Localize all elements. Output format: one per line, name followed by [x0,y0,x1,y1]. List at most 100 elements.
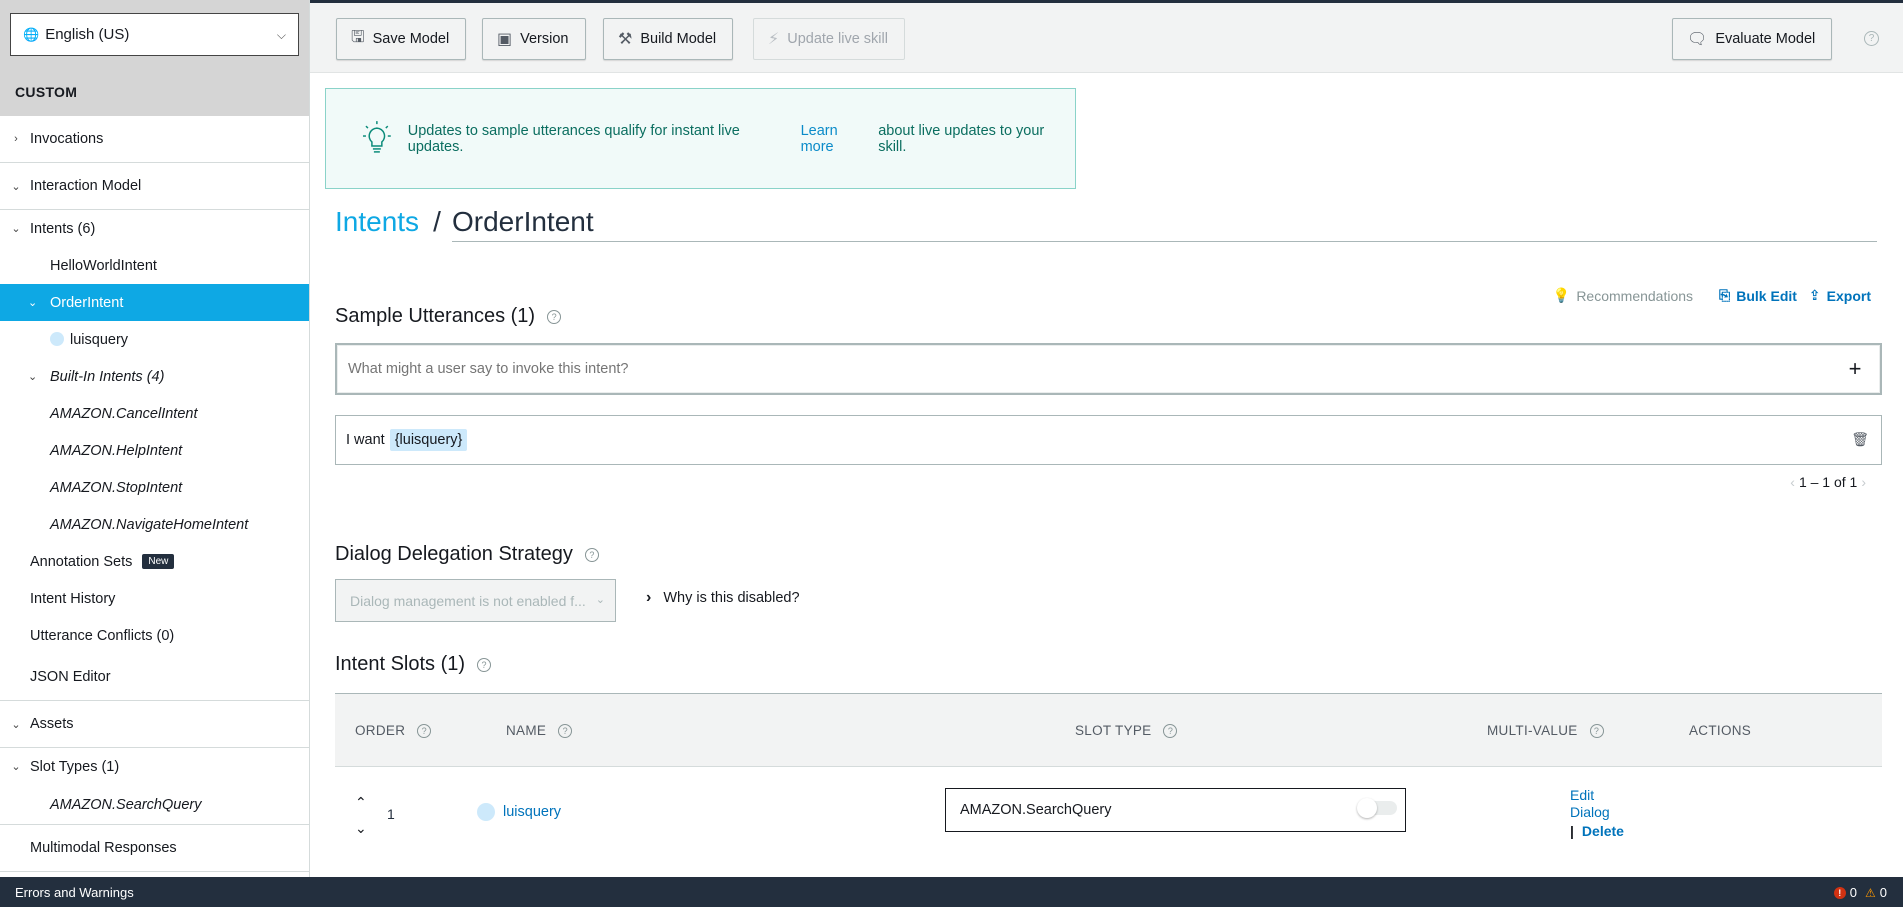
sidebar-item-label: AMAZON.CancelIntent [50,405,198,422]
sidebar-item-help-intent[interactable]: AMAZON.HelpIntent [0,432,309,469]
errors-warnings-toggle[interactable]: Errors and Warnings [15,885,134,900]
add-utterance-icon[interactable]: + [1840,356,1870,382]
version-label: Version [520,31,569,47]
prev-page-icon[interactable]: ‹ [1790,474,1795,490]
sidebar-item-utterance-conflicts[interactable]: Utterance Conflicts (0) [0,617,309,654]
save-model-label: Save Model [372,31,450,47]
action-separator: | [1570,823,1574,839]
version-button[interactable]: ▣ Version [482,18,586,60]
sidebar-item-builtin-intents[interactable]: ⌄ Built-In Intents (4) [0,358,309,395]
trash-icon[interactable]: 🗑 [1851,431,1869,448]
sidebar-item-navigate-home-intent[interactable]: AMAZON.NavigateHomeIntent [0,506,309,543]
utterance-slot-chip[interactable]: {luisquery} [389,429,468,451]
error-count: 0 [1849,885,1857,900]
chevron-up-icon[interactable]: ⌃ [355,789,367,815]
chevron-down-icon[interactable]: ⌄ [355,815,367,841]
slot-name-link[interactable]: luisquery [477,803,561,821]
warning-icon: ⚠ [1865,885,1876,900]
help-icon[interactable]: ? [477,657,492,672]
reorder-controls: ⌃ ⌄ [355,789,367,841]
bulk-edit-icon: ⎘ [1719,287,1731,303]
help-icon[interactable]: ? [1589,723,1604,738]
breadcrumb-separator: / [433,206,441,237]
save-model-button[interactable]: 🖫 Save Model [336,18,467,60]
help-icon[interactable]: ? [1864,31,1879,46]
export-button[interactable]: ⇪ Export [1809,287,1871,304]
evaluate-model-button[interactable]: 🗨 Evaluate Model [1672,18,1833,60]
export-icon: ⇪ [1808,287,1821,303]
why-disabled-toggle[interactable]: › Why is this disabled? [646,589,800,607]
archive-icon: ▣ [497,31,513,48]
column-header-slot-type: SLOT TYPE ? [1075,723,1178,738]
error-warning-counts[interactable]: ! 0 ⚠ 0 [1833,885,1887,900]
sample-utterances-title: Sample Utterances (1) ? [335,305,562,328]
slot-type-select[interactable]: AMAZON.SearchQuery ⌄ [945,788,1406,832]
sidebar-item-label: Annotation Sets [30,553,133,570]
utterance-input[interactable] [348,361,1840,377]
sidebar-item-annotation-sets[interactable]: Annotation Sets New [0,543,309,580]
pagination-text: 1 – 1 of 1 [1798,474,1858,490]
breadcrumb-intents-link[interactable]: Intents [335,206,419,238]
learn-more-link[interactable]: Learn more [801,123,875,155]
sidebar-item-assets[interactable]: ⌄ Assets [0,701,309,748]
column-header-label: MULTI-VALUE [1487,723,1578,738]
sidebar-item-multimodal-responses[interactable]: Multimodal Responses [0,825,309,872]
column-header-label: ACTIONS [1689,723,1752,738]
chevron-down-icon: ⌄ [28,371,38,383]
help-icon[interactable]: ? [558,723,573,738]
recommendations-label: Recommendations [1576,287,1694,304]
slot-actions: Edit Dialog | Delete [1570,787,1624,840]
section-title-text: Dialog Delegation Strategy [335,543,573,565]
help-icon[interactable]: ? [547,309,562,324]
bulk-edit-button[interactable]: ⎘ Bulk Edit [1719,287,1797,304]
sidebar-item-intents[interactable]: ⌄ Intents (6) [0,210,309,247]
sidebar-item-intent-history[interactable]: Intent History [0,580,309,617]
sidebar-item-search-query[interactable]: AMAZON.SearchQuery [0,785,309,825]
help-icon[interactable]: ? [584,547,599,562]
sidebar-item-invocations[interactable]: › Invocations [0,116,309,163]
table-row: ⌃ ⌄ 1 luisquery AMAZON.SearchQuery ⌄ Edi… [335,767,1882,877]
banner-text: Updates to sample utterances qualify for… [407,122,740,155]
multi-value-toggle[interactable] [1357,798,1397,818]
sidebar-item-order-intent[interactable]: ⌄ OrderIntent [0,284,309,321]
sidebar-item-slot-luisquery[interactable]: luisquery [0,321,309,358]
status-bar: Errors and Warnings ! 0 ⚠ 0 [0,877,1903,907]
recommendations-button[interactable]: 💡 Recommendations [1553,287,1693,304]
chevron-down-icon: ⌄ [11,718,21,731]
edit-dialog-link[interactable]: Edit Dialog [1570,787,1620,821]
sidebar-item-hello-world-intent[interactable]: HelloWorldIntent [0,247,309,284]
slot-order: 1 [387,806,395,822]
help-icon[interactable]: ? [1163,723,1178,738]
language-select[interactable]: 🌐 English (US) ⌵ [10,13,299,56]
sidebar-item-json-editor[interactable]: JSON Editor [0,654,309,701]
export-label: Export [1826,287,1871,304]
column-header-multi-value: MULTI-VALUE ? [1487,723,1604,738]
next-page-icon[interactable]: › [1861,474,1866,490]
utterance-row[interactable]: I want {luisquery} 🗑 [335,415,1882,465]
sidebar-item-label: Intent History [30,590,116,607]
section-title-text: Intent Slots (1) [335,653,466,675]
slot-dot-icon [50,332,64,346]
build-model-button[interactable]: ⚒ Build Model [603,18,734,60]
help-icon[interactable]: ? [417,723,432,738]
why-disabled-label: Why is this disabled? [663,590,800,606]
chat-icon: 🗨 [1687,31,1708,48]
globe-icon: 🌐 [23,26,40,42]
language-area: 🌐 English (US) ⌵ CUSTOM [0,0,309,116]
sidebar-item-interaction-model[interactable]: ⌄ Interaction Model [0,163,309,210]
error-icon: ! [1833,886,1846,899]
sidebar: 🌐 English (US) ⌵ CUSTOM › Invocations ⌄ … [0,0,310,877]
utterance-text: I want [346,432,385,448]
sidebar-item-slot-types[interactable]: ⌄ Slot Types (1) [0,748,309,785]
warning-count: 0 [1879,885,1887,900]
sidebar-item-label: AMAZON.NavigateHomeIntent [50,516,249,533]
sidebar-item-label: Multimodal Responses [30,840,177,856]
sidebar-item-cancel-intent[interactable]: AMAZON.CancelIntent [0,395,309,432]
intent-name-field[interactable]: OrderIntent [452,206,1877,242]
sidebar-item-stop-intent[interactable]: AMAZON.StopIntent [0,469,309,506]
delete-link[interactable]: Delete [1582,823,1624,839]
sidebar-item-label: AMAZON.HelpIntent [50,442,183,459]
chevron-right-icon: › [14,133,18,145]
update-live-skill-button[interactable]: ⚡ Update live skill [753,18,905,60]
toggle-knob [1357,798,1377,818]
